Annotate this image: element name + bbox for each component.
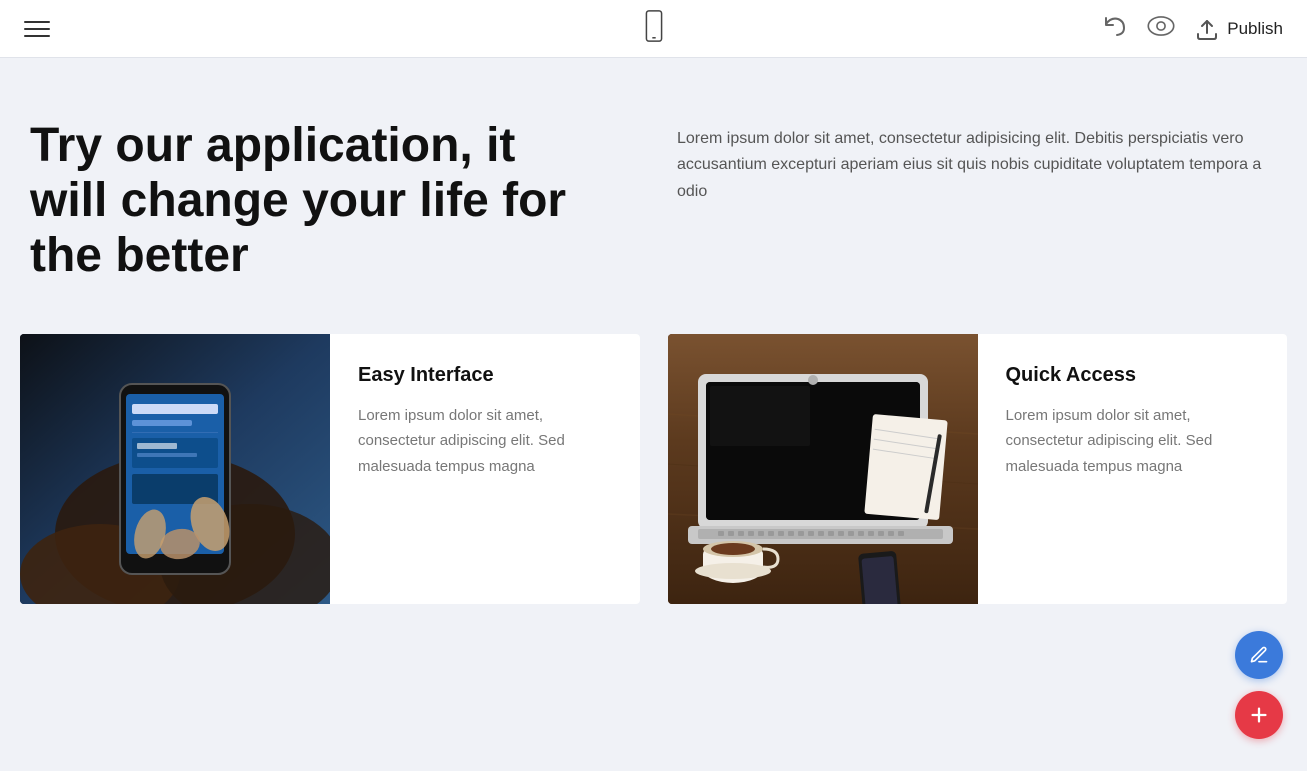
card-title-easy-interface: Easy Interface [358, 364, 612, 387]
menu-icon[interactable] [24, 21, 50, 37]
card-text-easy-interface: Easy Interface Lorem ipsum dolor sit ame… [330, 334, 640, 604]
publish-label: Publish [1227, 19, 1283, 39]
card-quick-access: Quick Access Lorem ipsum dolor sit amet,… [668, 334, 1288, 604]
navbar-left [24, 21, 50, 37]
hero-description: Lorem ipsum dolor sit amet, consectetur … [677, 118, 1277, 205]
fab-edit-button[interactable] [1235, 631, 1283, 679]
publish-button[interactable]: Publish [1195, 18, 1283, 40]
card-body-easy-interface: Lorem ipsum dolor sit amet, consectetur … [358, 403, 612, 480]
fab-add-button[interactable] [1235, 691, 1283, 739]
card-text-quick-access: Quick Access Lorem ipsum dolor sit amet,… [978, 334, 1288, 604]
navbar-right: Publish [1103, 14, 1283, 43]
card-image-laptop [668, 334, 978, 604]
hero-section: Try our application, it will change your… [20, 118, 1287, 284]
undo-icon[interactable] [1103, 14, 1127, 43]
preview-icon[interactable] [1147, 16, 1175, 41]
card-easy-interface: Easy Interface Lorem ipsum dolor sit ame… [20, 334, 640, 604]
phone-icon[interactable] [640, 10, 668, 47]
navbar-center [640, 10, 668, 47]
main-content: Try our application, it will change your… [0, 58, 1307, 644]
card-image-phone [20, 334, 330, 604]
fab-container [1235, 631, 1283, 739]
card-title-quick-access: Quick Access [1006, 364, 1260, 387]
navbar: Publish [0, 0, 1307, 58]
hero-title: Try our application, it will change your… [30, 118, 590, 284]
card-body-quick-access: Lorem ipsum dolor sit amet, consectetur … [1006, 403, 1260, 480]
cards-section: Easy Interface Lorem ipsum dolor sit ame… [20, 334, 1287, 604]
